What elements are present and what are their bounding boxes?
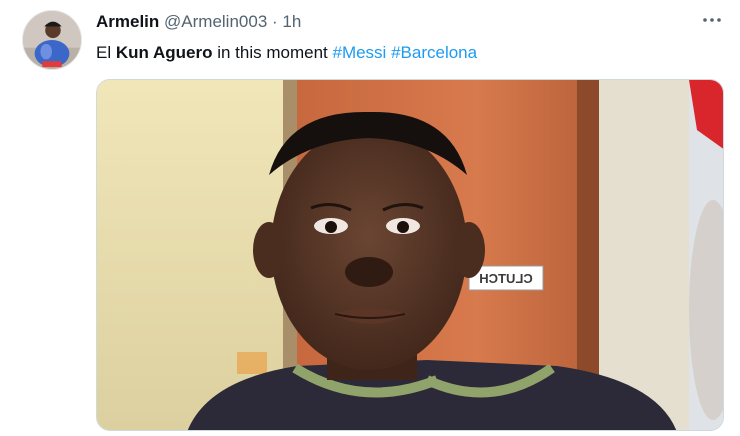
media-photo: CLUTCH — [97, 80, 723, 430]
tweet-text-part: in this moment — [212, 43, 333, 62]
tweet[interactable]: Armelin @Armelin003 · 1h El Kun Aguero i… — [0, 0, 740, 436]
tweet-text-bold: Kun Aguero — [115, 43, 213, 62]
avatar-photo — [23, 11, 81, 69]
tweet-text-part: El — [96, 43, 116, 62]
author-name[interactable]: Armelin — [96, 12, 159, 31]
avatar[interactable] — [22, 10, 82, 70]
hashtag-barcelona[interactable]: #Barcelona — [391, 43, 477, 62]
author-handle[interactable]: @Armelin003 — [164, 12, 267, 31]
tweet-header: Armelin @Armelin003 · 1h — [96, 11, 301, 33]
tweet-text: El Kun Aguero in this moment #Messi #Bar… — [96, 42, 477, 64]
tweet-time[interactable]: 1h — [282, 12, 301, 31]
tweet-media[interactable]: CLUTCH — [96, 79, 724, 431]
more-button[interactable] — [698, 6, 726, 34]
hashtag-messi[interactable]: #Messi — [332, 43, 386, 62]
separator-dot: · — [272, 12, 278, 31]
sign-text: CLUTCH — [479, 271, 532, 286]
more-horizontal-icon — [703, 18, 721, 22]
